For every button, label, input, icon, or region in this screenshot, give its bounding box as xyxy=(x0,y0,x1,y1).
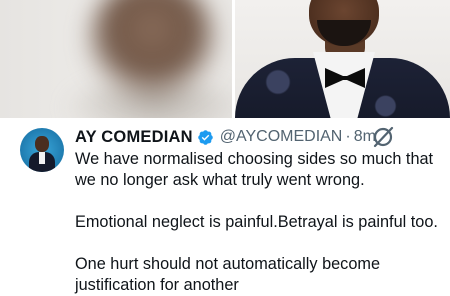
user-handle[interactable]: @AYCOMEDIAN xyxy=(220,128,343,146)
tweet-line: One hurt should not automatically become xyxy=(75,255,380,273)
display-name[interactable]: AY COMEDIAN xyxy=(75,128,193,147)
portrait-photo xyxy=(235,0,450,118)
tweet-body: We have normalised choosing sides so muc… xyxy=(75,149,450,296)
grok-icon[interactable] xyxy=(370,124,396,150)
blurred-photo xyxy=(0,0,232,118)
tweet-line: We have normalised choosing sides so muc… xyxy=(75,150,434,168)
tweet-header: AY COMEDIAN @AYCOMEDIAN · 8m xyxy=(75,126,376,148)
tweet-line: we no longer ask what truly went wrong. xyxy=(75,171,365,189)
verified-badge-icon xyxy=(197,129,213,145)
photo-collage xyxy=(0,0,450,118)
tweet-line: justification for another xyxy=(75,276,239,294)
separator-dot: · xyxy=(345,128,351,145)
tweet-card[interactable]: AY COMEDIAN @AYCOMEDIAN · 8m We have nor… xyxy=(0,121,450,294)
avatar[interactable] xyxy=(20,128,64,172)
tweet-line: Emotional neglect is painful.Betrayal is… xyxy=(75,213,438,231)
